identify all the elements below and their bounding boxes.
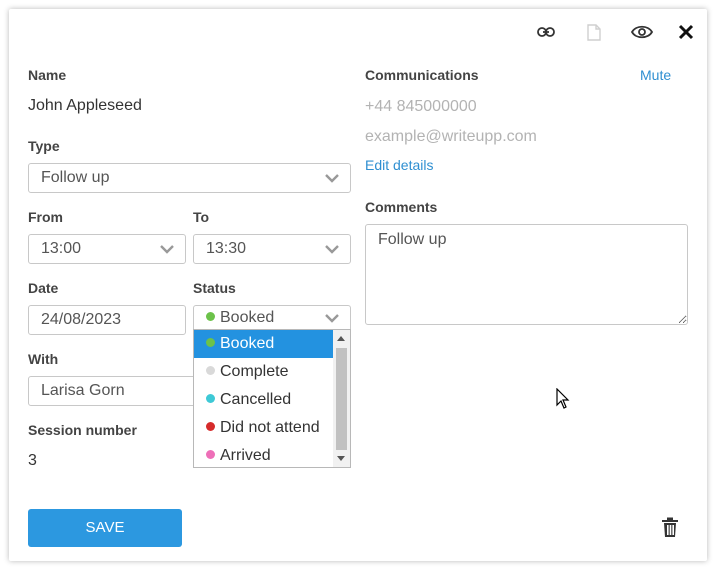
name-value: John Appleseed — [28, 97, 142, 114]
edit-details-link[interactable]: Edit details — [365, 157, 433, 173]
comments-textarea[interactable]: Follow up — [365, 224, 688, 325]
chevron-down-icon — [160, 245, 174, 254]
with-label: With — [28, 351, 59, 367]
email-value: example@writeupp.com — [365, 128, 537, 145]
close-icon[interactable] — [674, 20, 698, 44]
status-select-value: Booked — [220, 309, 275, 326]
status-dot-icon — [206, 338, 215, 347]
trash-icon[interactable] — [657, 514, 683, 540]
status-dropdown: Booked Complete Cancelled Did not attend Arr… — [193, 329, 351, 468]
mouse-cursor-icon — [556, 388, 570, 409]
to-select-value: 13:30 — [206, 240, 247, 257]
scroll-up-icon[interactable] — [337, 336, 345, 341]
status-option-label: Complete — [220, 363, 289, 380]
status-option-label: Arrived — [220, 447, 271, 464]
scroll-down-icon[interactable] — [337, 456, 345, 461]
type-label: Type — [28, 138, 60, 154]
link-icon[interactable] — [534, 20, 558, 44]
phone-value: +44 845000000 — [365, 98, 477, 115]
status-dot-icon — [206, 394, 215, 403]
document-icon[interactable] — [583, 20, 605, 44]
communications-label: Communications — [365, 67, 479, 83]
status-dot-icon — [206, 366, 215, 375]
chevron-down-icon — [325, 314, 339, 323]
comments-label: Comments — [365, 199, 438, 215]
to-label: To — [193, 209, 210, 225]
with-select[interactable]: Larisa Gorn — [28, 376, 198, 406]
type-select-value: Follow up — [41, 169, 110, 186]
with-select-value: Larisa Gorn — [41, 382, 125, 399]
name-label: Name — [28, 67, 67, 83]
from-label: From — [28, 209, 63, 225]
date-input[interactable]: 24/08/2023 — [28, 305, 186, 335]
status-dot-icon — [206, 422, 215, 431]
chevron-down-icon — [325, 174, 339, 183]
status-option-label: Did not attend — [220, 419, 320, 436]
status-option[interactable]: Booked — [194, 330, 333, 358]
status-select[interactable]: Booked — [193, 305, 351, 329]
to-select[interactable]: 13:30 — [193, 234, 351, 264]
status-option[interactable]: Complete — [194, 358, 333, 386]
from-select-value: 13:00 — [41, 240, 82, 257]
mute-link[interactable]: Mute — [640, 67, 671, 83]
scroll-thumb[interactable] — [336, 348, 347, 450]
status-option[interactable]: Did not attend — [194, 414, 333, 442]
session-number-value: 3 — [28, 452, 37, 469]
eye-icon[interactable] — [629, 20, 655, 44]
status-option-label: Booked — [220, 335, 275, 352]
status-option-label: Cancelled — [220, 391, 292, 408]
from-select[interactable]: 13:00 — [28, 234, 186, 264]
status-option[interactable]: Arrived — [194, 442, 333, 467]
status-label: Status — [193, 280, 236, 296]
save-button[interactable]: SAVE — [28, 509, 182, 547]
dropdown-scrollbar[interactable] — [333, 330, 350, 467]
type-select[interactable]: Follow up — [28, 163, 351, 193]
status-dot-icon — [206, 312, 215, 321]
status-dot-icon — [206, 450, 215, 459]
date-label: Date — [28, 280, 59, 296]
status-option[interactable]: Cancelled — [194, 386, 333, 414]
chevron-down-icon — [325, 245, 339, 254]
date-input-value: 24/08/2023 — [41, 311, 122, 328]
session-number-label: Session number — [28, 422, 137, 438]
